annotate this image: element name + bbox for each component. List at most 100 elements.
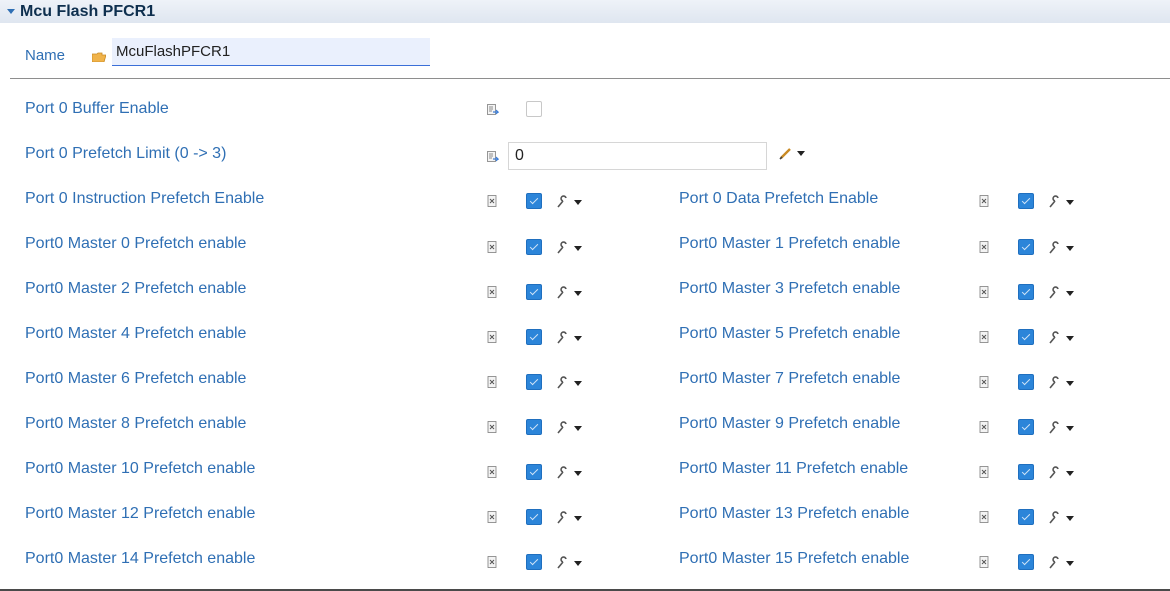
instruction-prefetch-label: Port 0 Instruction Prefetch Enable	[25, 190, 265, 207]
chevron-down-icon[interactable]	[574, 426, 582, 431]
master-prefetch-checkbox[interactable]	[1018, 464, 1034, 480]
master-prefetch-checkbox[interactable]	[1018, 554, 1034, 570]
master-prefetch-label: Port0 Master 12 Prefetch enable	[25, 505, 256, 522]
master-prefetch-label: Port0 Master 1 Prefetch enable	[679, 235, 901, 252]
parameter-doc-icon[interactable]	[487, 104, 499, 117]
configure-icon[interactable]	[555, 556, 569, 570]
chevron-down-icon[interactable]	[574, 561, 582, 566]
master-prefetch-label: Port0 Master 9 Prefetch enable	[679, 415, 901, 432]
chevron-down-icon[interactable]	[1066, 426, 1074, 431]
chevron-down-icon[interactable]	[574, 200, 582, 205]
configure-icon[interactable]	[1047, 376, 1061, 390]
parameter-doc-icon[interactable]	[487, 286, 499, 299]
parameter-doc-icon[interactable]	[487, 195, 499, 208]
chevron-down-icon[interactable]	[1066, 516, 1074, 521]
parameter-doc-icon[interactable]	[979, 376, 991, 389]
name-label: Name	[25, 47, 66, 64]
master-prefetch-checkbox[interactable]	[526, 329, 542, 345]
configure-icon[interactable]	[1047, 556, 1061, 570]
master-prefetch-checkbox[interactable]	[1018, 509, 1034, 525]
configure-icon[interactable]	[1047, 466, 1061, 480]
master-prefetch-checkbox[interactable]	[526, 419, 542, 435]
master-prefetch-checkbox[interactable]	[526, 284, 542, 300]
chevron-down-icon[interactable]	[574, 516, 582, 521]
prefetch-limit-label: Port 0 Prefetch Limit (0 -> 3)	[25, 145, 227, 162]
chevron-down-icon[interactable]	[1066, 291, 1074, 296]
chevron-down-icon[interactable]	[574, 246, 582, 251]
chevron-down-icon[interactable]	[574, 336, 582, 341]
parameter-doc-icon[interactable]	[979, 331, 991, 344]
configure-icon[interactable]	[555, 331, 569, 345]
parameter-doc-icon[interactable]	[487, 556, 499, 569]
configure-icon[interactable]	[1047, 331, 1061, 345]
master-prefetch-checkbox[interactable]	[526, 509, 542, 525]
configure-icon[interactable]	[555, 421, 569, 435]
chevron-down-icon[interactable]	[574, 471, 582, 476]
master-prefetch-checkbox[interactable]	[1018, 419, 1034, 435]
chevron-down-icon[interactable]	[574, 381, 582, 386]
master-prefetch-label: Port0 Master 13 Prefetch enable	[679, 505, 910, 522]
expand-twisty-icon[interactable]	[7, 9, 15, 14]
parameter-doc-icon[interactable]	[487, 151, 499, 164]
master-prefetch-label: Port0 Master 7 Prefetch enable	[679, 370, 901, 387]
parameter-doc-icon[interactable]	[979, 286, 991, 299]
edit-pencil-icon[interactable]	[779, 146, 793, 160]
master-prefetch-label: Port0 Master 8 Prefetch enable	[25, 415, 247, 432]
master-prefetch-checkbox[interactable]	[526, 374, 542, 390]
parameter-doc-icon[interactable]	[487, 466, 499, 479]
configure-icon[interactable]	[1047, 286, 1061, 300]
parameter-doc-icon[interactable]	[487, 421, 499, 434]
parameter-doc-icon[interactable]	[979, 556, 991, 569]
configure-icon[interactable]	[1047, 511, 1061, 525]
section-header[interactable]: Mcu Flash PFCR1	[0, 0, 1170, 23]
chevron-down-icon[interactable]	[1066, 381, 1074, 386]
master-prefetch-checkbox[interactable]	[1018, 329, 1034, 345]
folder-icon	[92, 52, 106, 62]
configure-icon[interactable]	[1047, 195, 1061, 209]
mcu-flash-pfcr1-editor: Mcu Flash PFCR1 Name Port 0 Buffer Enabl…	[0, 0, 1170, 591]
master-prefetch-label: Port0 Master 15 Prefetch enable	[679, 550, 910, 567]
parameter-doc-icon[interactable]	[979, 466, 991, 479]
parameter-doc-icon[interactable]	[487, 241, 499, 254]
chevron-down-icon[interactable]	[1066, 336, 1074, 341]
chevron-down-icon[interactable]	[1066, 471, 1074, 476]
buffer-enable-checkbox[interactable]	[526, 101, 542, 117]
prefetch-limit-input[interactable]	[508, 142, 767, 170]
name-input[interactable]	[112, 38, 430, 66]
chevron-down-icon[interactable]	[1066, 200, 1074, 205]
data-prefetch-checkbox[interactable]	[1018, 193, 1034, 209]
name-row: Name	[0, 38, 440, 66]
configure-icon[interactable]	[555, 511, 569, 525]
master-prefetch-label: Port0 Master 14 Prefetch enable	[25, 550, 256, 567]
configure-icon[interactable]	[555, 466, 569, 480]
section-title: Mcu Flash PFCR1	[20, 2, 156, 20]
chevron-down-icon[interactable]	[1066, 561, 1074, 566]
configure-icon[interactable]	[555, 195, 569, 209]
parameter-doc-icon[interactable]	[487, 511, 499, 524]
master-prefetch-checkbox[interactable]	[526, 239, 542, 255]
parameter-doc-icon[interactable]	[979, 195, 991, 208]
chevron-down-icon[interactable]	[1066, 246, 1074, 251]
parameter-doc-icon[interactable]	[487, 331, 499, 344]
parameter-doc-icon[interactable]	[979, 241, 991, 254]
master-prefetch-label: Port0 Master 11 Prefetch enable	[679, 460, 909, 477]
chevron-down-icon[interactable]	[574, 291, 582, 296]
master-prefetch-checkbox[interactable]	[526, 464, 542, 480]
configure-icon[interactable]	[555, 241, 569, 255]
parameter-doc-icon[interactable]	[979, 421, 991, 434]
master-prefetch-checkbox[interactable]	[1018, 284, 1034, 300]
parameter-doc-icon[interactable]	[979, 511, 991, 524]
configure-icon[interactable]	[1047, 241, 1061, 255]
parameter-doc-icon[interactable]	[487, 376, 499, 389]
instruction-prefetch-checkbox[interactable]	[526, 193, 542, 209]
master-prefetch-label: Port0 Master 10 Prefetch enable	[25, 460, 256, 477]
master-prefetch-checkbox[interactable]	[1018, 239, 1034, 255]
configure-icon[interactable]	[555, 286, 569, 300]
master-prefetch-label: Port0 Master 3 Prefetch enable	[679, 280, 901, 297]
configure-icon[interactable]	[555, 376, 569, 390]
chevron-down-icon[interactable]	[797, 151, 805, 156]
master-prefetch-checkbox[interactable]	[526, 554, 542, 570]
configure-icon[interactable]	[1047, 421, 1061, 435]
separator-line	[10, 78, 1170, 79]
master-prefetch-checkbox[interactable]	[1018, 374, 1034, 390]
